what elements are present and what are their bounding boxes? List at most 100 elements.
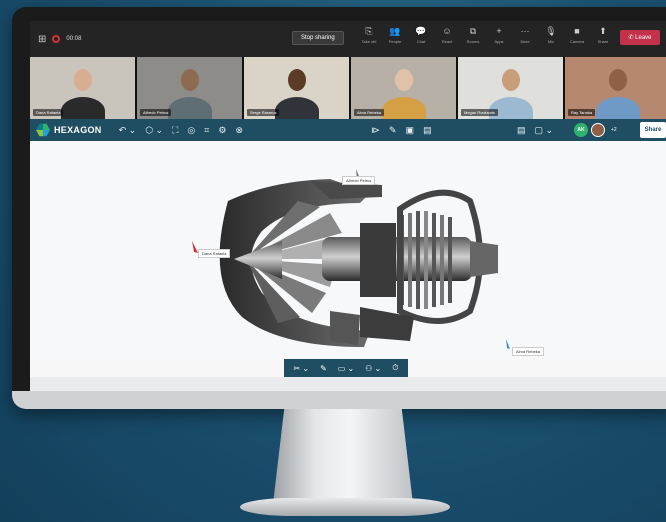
participant-video-tile[interactable]: Alma Rebeka xyxy=(351,57,456,119)
bottom-tool-3[interactable]: ⚇ ⌄ xyxy=(365,364,381,373)
recording-icon xyxy=(52,35,61,43)
participant-head xyxy=(394,69,413,91)
model-viewer-canvas[interactable]: Alfredo Petrus Dana Rafaela Alma Rebeka xyxy=(30,141,666,359)
chat-button[interactable]: 💬 Chat xyxy=(408,25,434,44)
bottom-tool-1[interactable]: ✎ xyxy=(320,364,327,373)
participant-head xyxy=(501,69,520,91)
teams-meeting-bar: ⊞ 00:08 Stop sharing ⎘ Take ctrl 👥 People 💬 C… xyxy=(30,21,666,57)
people-icon: 👥 xyxy=(389,26,401,36)
participant-video-tile[interactable]: Ray Tanaka xyxy=(565,57,666,119)
more-button[interactable]: ··· More xyxy=(512,25,538,44)
participant-body xyxy=(60,97,105,119)
markup-tool-2[interactable]: ▣ xyxy=(406,125,415,136)
stop-sharing-button[interactable]: Stop sharing xyxy=(292,31,344,45)
jet-engine-model[interactable] xyxy=(30,141,666,359)
action-label: Chat xyxy=(416,39,426,44)
markup-tool-0[interactable]: ⧐ xyxy=(371,125,380,136)
view-tool-4[interactable]: ⌗ xyxy=(204,125,209,136)
leave-label: Leave xyxy=(635,34,652,41)
monitor-chin xyxy=(12,391,666,409)
camera-button[interactable]: ■ Camera xyxy=(564,25,590,44)
hexagon-toolbar: HEXAGON ↶ ⌄ ⬡ ⌄ ⛶ ◎ ⌗ ⚙ ⊗ ⧐ ✎ ▣ ▤ ▤ ▢ ⌄ AK +2 Shar… xyxy=(30,119,666,141)
participant-body xyxy=(595,97,640,119)
participant-head xyxy=(287,69,306,91)
participant-video-tile[interactable]: Serge Rasmus xyxy=(244,57,349,119)
camera-icon: ■ xyxy=(574,26,580,36)
bottom-tool-0[interactable]: ✂ ⌄ xyxy=(293,364,309,373)
logo-text: HEXAGON xyxy=(54,125,102,135)
panel-tool-0[interactable]: ▤ xyxy=(517,125,526,136)
participant-video-strip: Dana Rafaela Alfredo Petrus Serge Rasmus Al… xyxy=(30,57,666,119)
apps-icon: + xyxy=(496,26,502,36)
take-ctrl-button[interactable]: ⎘ Take ctrl xyxy=(356,25,382,44)
participant-name: Alma Rebeka xyxy=(354,109,385,116)
view-tool-1[interactable]: ⬡ ⌄ xyxy=(145,125,163,136)
action-label: Take ctrl xyxy=(361,39,377,44)
meeting-timer: 00:08 xyxy=(66,36,82,42)
user-avatar-ak[interactable]: AK xyxy=(574,123,588,137)
view-tool-6[interactable]: ⊗ xyxy=(235,125,243,136)
panel-tools: ▤ ▢ ⌄ xyxy=(508,125,553,136)
participant-body xyxy=(167,97,212,119)
hexagon-logo: HEXAGON xyxy=(36,123,102,137)
share-button[interactable]: Share xyxy=(640,122,666,138)
react-icon: ☺ xyxy=(442,26,452,36)
share-icon: ⬆ xyxy=(599,26,607,36)
rooms-button[interactable]: ⧉ Rooms xyxy=(460,25,486,44)
participant-head xyxy=(73,69,92,91)
participant-head xyxy=(608,69,627,91)
participant-video-tile[interactable]: Alfredo Petrus xyxy=(137,57,242,119)
view-tool-3[interactable]: ◎ xyxy=(187,125,195,136)
participant-body xyxy=(274,97,319,119)
user-avatar-photo[interactable] xyxy=(591,123,605,137)
rooms-icon: ⧉ xyxy=(469,26,477,36)
bottom-toolbar: ✂ ⌄ ✎ ▭ ⌄ ⚇ ⌄ ⏱ xyxy=(284,359,408,377)
alma-cursor-icon xyxy=(506,339,510,349)
action-label: Mic xyxy=(547,39,555,44)
participant-name: Ray Tanaka xyxy=(568,109,596,116)
react-button[interactable]: ☺ React xyxy=(434,25,460,44)
markup-tool-3[interactable]: ▤ xyxy=(423,125,432,136)
mic-button[interactable]: 🎙 Mic xyxy=(538,25,564,44)
hexagon-logo-icon xyxy=(36,123,50,137)
apps-button[interactable]: + Apps xyxy=(486,25,512,44)
collaborator-label-alfredo: Alfredo Petrus xyxy=(342,176,376,185)
monitor-stand xyxy=(273,409,413,504)
chat-icon: 💬 xyxy=(415,26,427,36)
meeting-info-icon[interactable]: ⊞ xyxy=(38,34,46,45)
take-control-icon: ⎘ xyxy=(365,26,373,36)
view-tools: ↶ ⌄ ⬡ ⌄ ⛶ ◎ ⌗ ⚙ ⊗ xyxy=(110,125,243,136)
action-label: Camera xyxy=(569,39,585,44)
screen: ⊞ 00:08 Stop sharing ⎘ Take ctrl 👥 People 💬 C… xyxy=(30,21,666,399)
participant-name: Serge Rasmus xyxy=(247,109,280,116)
view-tool-2[interactable]: ⛶ xyxy=(172,125,178,136)
bottom-tool-4[interactable]: ⏱ xyxy=(392,363,398,373)
monitor-base xyxy=(240,498,450,516)
more-icon: ··· xyxy=(520,26,530,36)
meeting-actions: ⎘ Take ctrl 👥 People 💬 Chat ☺ React ⧉ Rooms + Apps ·… xyxy=(356,25,616,44)
monitor: ⊞ 00:08 Stop sharing ⎘ Take ctrl 👥 People 💬 C… xyxy=(12,7,666,409)
collaborator-label-dana: Dana Rafaela xyxy=(198,249,231,258)
participant-video-tile[interactable]: Megan Rowlands xyxy=(458,57,563,119)
people-button[interactable]: 👥 People xyxy=(382,25,408,44)
action-label: More xyxy=(520,39,530,44)
participant-name: Alfredo Petrus xyxy=(140,109,172,116)
action-label: Rooms xyxy=(466,39,480,44)
action-label: Share xyxy=(597,39,609,44)
markup-tools: ⧐ ✎ ▣ ▤ xyxy=(362,125,432,136)
action-label: React xyxy=(441,39,453,44)
participant-body xyxy=(381,97,426,119)
leave-button[interactable]: ✆ Leave xyxy=(620,30,660,45)
participant-head xyxy=(180,69,199,91)
more-participants-count[interactable]: +2 xyxy=(611,127,617,133)
participant-name: Megan Rowlands xyxy=(461,109,498,116)
participant-video-tile[interactable]: Dana Rafaela xyxy=(30,57,135,119)
participant-name: Dana Rafaela xyxy=(33,109,64,116)
view-tool-0[interactable]: ↶ ⌄ xyxy=(119,125,137,136)
view-tool-5[interactable]: ⚙ xyxy=(218,125,226,136)
share-button[interactable]: ⬆ Share xyxy=(590,25,616,44)
bottom-tool-2[interactable]: ▭ ⌄ xyxy=(338,364,354,373)
markup-tool-1[interactable]: ✎ xyxy=(389,125,397,136)
action-label: People xyxy=(388,39,402,44)
panel-tool-1[interactable]: ▢ ⌄ xyxy=(535,125,554,136)
